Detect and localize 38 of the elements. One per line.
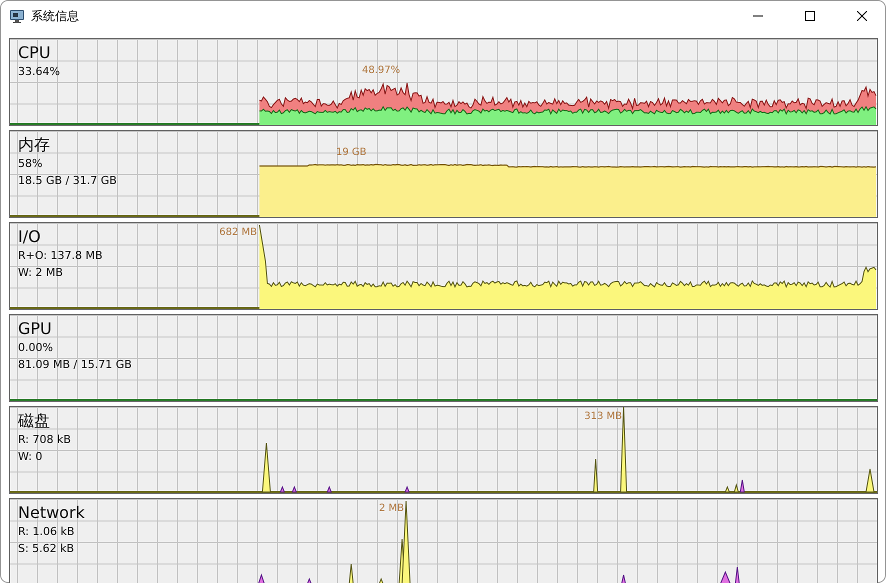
reading-label: R: 708 kB — [18, 432, 71, 448]
panel-title: I/O — [18, 227, 41, 247]
panel-title: 内存 — [18, 135, 50, 155]
reading-label: 0.00% — [18, 340, 53, 356]
panel-title: GPU — [18, 319, 52, 339]
spike — [348, 564, 354, 583]
spike — [734, 566, 740, 583]
reading-label: W: 2 MB — [18, 265, 63, 281]
reading-label: R: 1.06 kB — [18, 524, 74, 540]
panel-title: Network — [18, 503, 85, 523]
panel-title: CPU — [18, 43, 51, 63]
reading-label: 18.5 GB / 31.7 GB — [18, 173, 117, 189]
peak-label: 2 MB — [378, 503, 404, 514]
reading-label: 33.64% — [18, 64, 60, 80]
reading-label: R+O: 137.8 MB — [18, 248, 103, 264]
monitor-icon — [9, 8, 25, 24]
peak-label: 313 MB — [584, 411, 622, 422]
peak-label: 19 GB — [336, 147, 367, 158]
reading-label: 81.09 MB / 15.71 GB — [18, 357, 132, 373]
reading-label: 58% — [18, 156, 42, 172]
spike — [378, 578, 384, 583]
window-title: 系统信息 — [31, 8, 80, 24]
peak-label: 48.97% — [362, 65, 400, 76]
reading-label: S: 5.62 kB — [18, 541, 74, 557]
spike — [258, 573, 266, 583]
spike — [620, 574, 626, 583]
panel-title: 磁盘 — [18, 411, 50, 431]
spike — [404, 486, 410, 492]
spike — [720, 570, 732, 583]
spike — [306, 578, 312, 583]
close-icon — [857, 11, 867, 21]
peak-label: 682 MB — [219, 227, 257, 238]
spike — [326, 486, 332, 492]
maximize-icon — [805, 11, 815, 21]
spike — [262, 442, 271, 492]
spike — [593, 458, 598, 492]
reading-label: W: 0 — [18, 449, 42, 465]
spike — [865, 468, 875, 492]
